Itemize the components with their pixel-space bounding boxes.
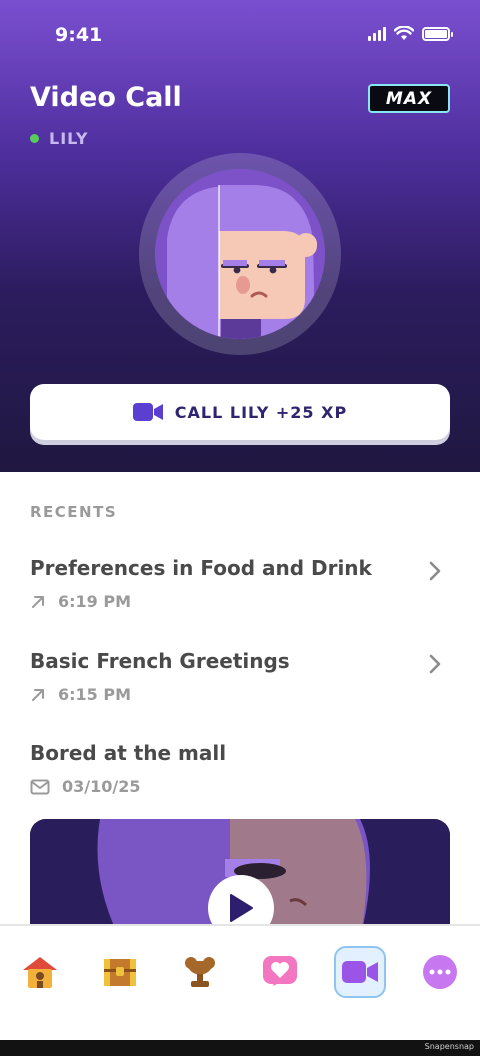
status-time: 9:41 <box>55 24 103 46</box>
envelope-icon <box>30 779 50 794</box>
heart-icon <box>263 956 297 986</box>
recent-item-title: Bored at the mall <box>30 741 227 765</box>
wifi-icon <box>394 26 414 40</box>
footer-bar: Snapensnap <box>0 1040 480 1056</box>
online-status-dot <box>30 134 39 143</box>
tab-more[interactable] <box>414 946 466 998</box>
video-camera-icon <box>342 961 378 983</box>
tab-video-call[interactable] <box>334 946 386 998</box>
treasure-chest-icon <box>104 959 136 986</box>
trophy-icon <box>185 957 215 987</box>
watermark: Snapensnap <box>424 1042 474 1051</box>
recents-heading: RECENTS <box>30 503 118 521</box>
chevron-right-icon[interactable] <box>428 560 442 582</box>
contact-presence: LILY <box>30 129 88 148</box>
outgoing-arrow-icon <box>32 595 44 608</box>
battery-icon <box>422 26 453 41</box>
tab-quests[interactable] <box>94 946 146 998</box>
recent-item-time: 6:15 PM <box>58 685 132 704</box>
tab-home[interactable] <box>14 946 66 998</box>
recent-item-title: Basic French Greetings <box>30 649 290 673</box>
cellular-signal-icon <box>368 26 386 41</box>
call-button-label: CALL LILY +25 XP <box>174 402 348 422</box>
lily-avatar <box>155 169 325 339</box>
hero-section: 9:41 Video Call MAX LILY CALL LILY +25 X… <box>0 0 480 472</box>
lily-character-illustration <box>155 169 325 339</box>
tab-health[interactable] <box>254 946 306 998</box>
more-dots-icon <box>423 955 457 989</box>
house-icon <box>23 957 57 988</box>
outgoing-arrow-icon <box>32 688 44 701</box>
recent-item[interactable]: Preferences in Food and Drink 6:19 PM <box>0 556 480 636</box>
video-preview-card[interactable] <box>30 819 450 939</box>
recent-item-date: 03/10/25 <box>62 777 141 796</box>
recent-item-meta: 6:19 PM <box>30 592 131 611</box>
video-camera-icon <box>132 403 163 421</box>
call-lily-button[interactable]: CALL LILY +25 XP <box>30 384 450 440</box>
status-bar: 9:41 <box>0 0 480 70</box>
chevron-right-icon[interactable] <box>428 653 442 675</box>
recent-item[interactable]: Bored at the mall 03/10/25 <box>0 741 480 821</box>
max-badge[interactable]: MAX <box>368 84 450 113</box>
system-icons <box>368 26 453 41</box>
recent-item-time: 6:19 PM <box>58 592 132 611</box>
recent-item-meta: 03/10/25 <box>30 777 140 796</box>
play-icon <box>230 894 253 922</box>
page-title: Video Call <box>30 82 182 113</box>
tab-leagues[interactable] <box>174 946 226 998</box>
recent-item-title: Preferences in Food and Drink <box>30 556 372 580</box>
contact-name: LILY <box>49 129 89 148</box>
recent-item-meta: 6:15 PM <box>30 685 131 704</box>
bottom-tab-bar <box>0 924 480 1040</box>
recent-item[interactable]: Basic French Greetings 6:15 PM <box>0 649 480 729</box>
